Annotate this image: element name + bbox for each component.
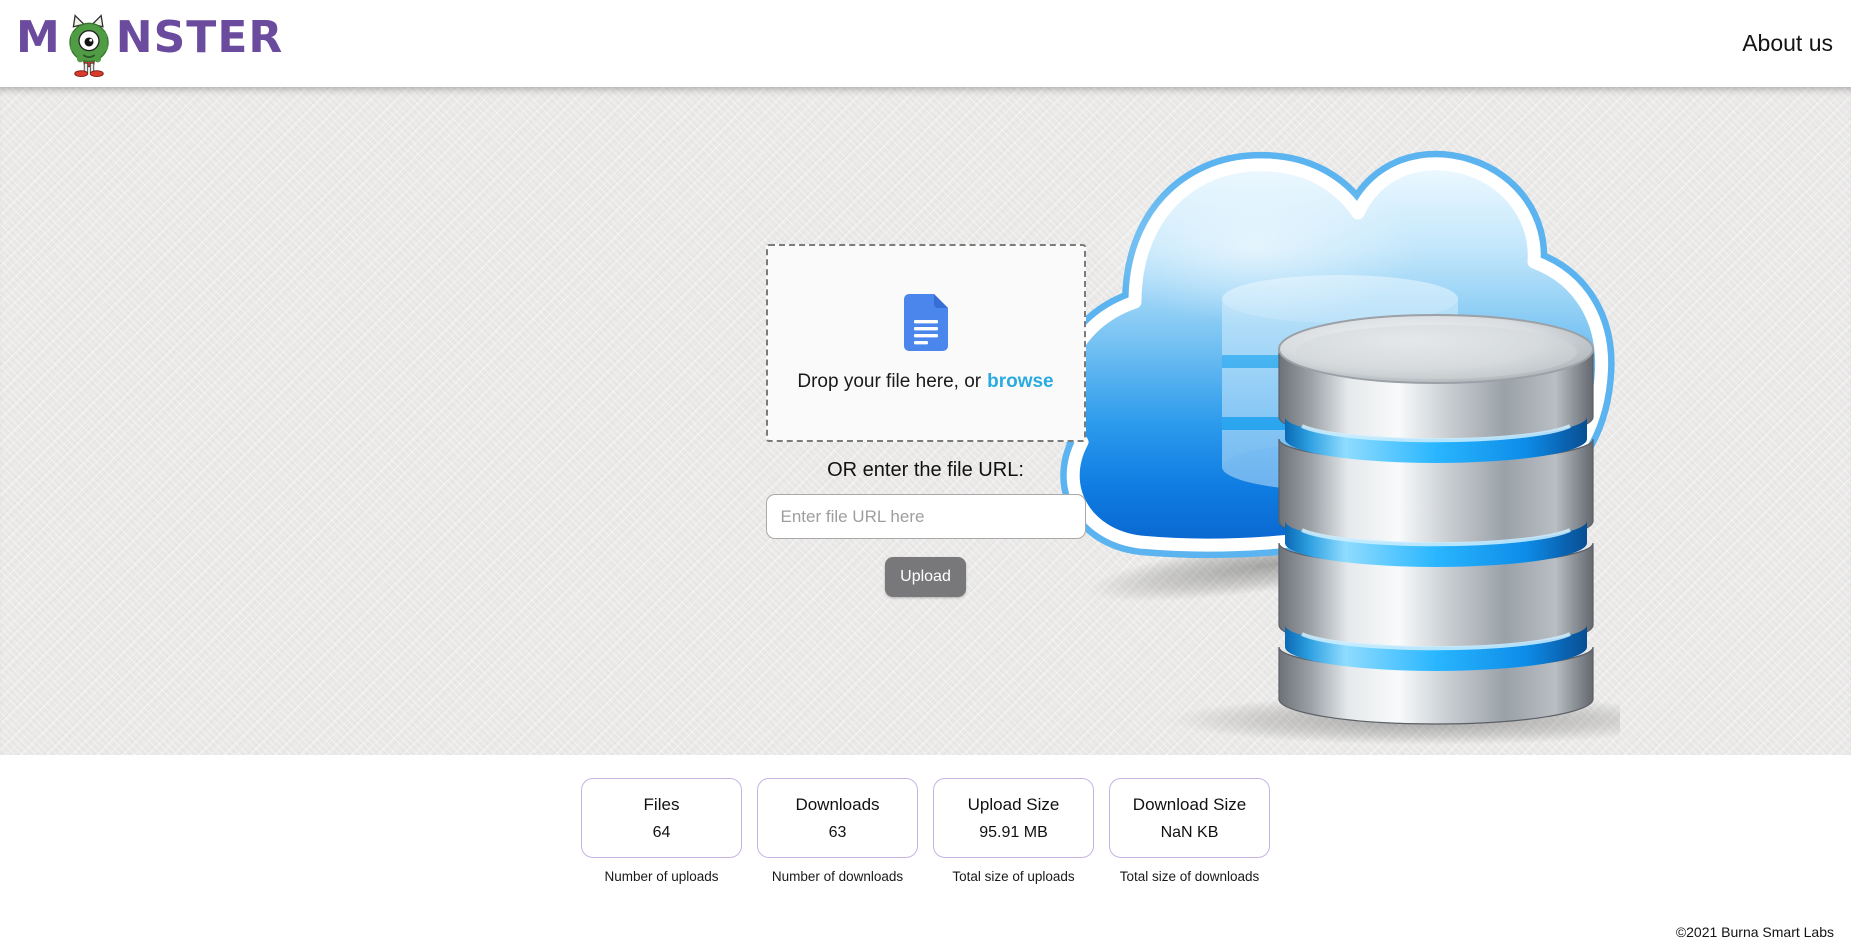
nav-about-us[interactable]: About us	[1742, 30, 1833, 57]
stats-cards-row: Files 64 Number of uploads Downloads 63 …	[0, 755, 1851, 884]
stat-caption: Number of uploads	[604, 869, 719, 884]
stat-files: Files 64 Number of uploads	[581, 778, 742, 884]
stat-title: Downloads	[795, 794, 880, 814]
stats-section: Files 64 Number of uploads Downloads 63 …	[0, 755, 1851, 949]
stat-downloads: Downloads 63 Number of downloads	[757, 778, 918, 884]
brand-letter-m: M	[16, 11, 61, 63]
stat-caption: Number of downloads	[771, 869, 904, 884]
stat-value: 95.91 MB	[979, 823, 1048, 841]
stat-title: Files	[643, 794, 680, 814]
stat-caption: Total size of downloads	[1119, 869, 1260, 884]
stat-card: Files 64	[581, 778, 742, 858]
page: M NSTER About us Drop your file here, or…	[0, 0, 1851, 949]
url-prompt-label: OR enter the file URL:	[827, 459, 1024, 481]
main-area: Drop your file here, or browse OR enter t…	[0, 87, 1851, 755]
file-url-input[interactable]	[765, 494, 1086, 539]
monster-logo[interactable]: M NSTER	[0, 7, 283, 81]
stat-upload-size: Upload Size 95.91 MB Total size of uploa…	[933, 778, 1094, 884]
dropzone-text: Drop your file here, or browse	[797, 371, 1053, 393]
stat-value: NaN KB	[1160, 823, 1219, 841]
database-icon	[1278, 314, 1594, 725]
cloud-database-illustration	[1051, 150, 1620, 745]
file-dropzone[interactable]: Drop your file here, or browse	[765, 244, 1086, 442]
header: M NSTER About us	[0, 0, 1851, 87]
upload-panel: Drop your file here, or browse OR enter t…	[765, 244, 1086, 597]
upload-button[interactable]: Upload	[885, 557, 966, 597]
stat-title: Upload Size	[967, 794, 1060, 814]
stat-caption: Total size of uploads	[952, 869, 1075, 884]
stat-value: 63	[828, 823, 847, 841]
monster-icon	[69, 13, 109, 77]
stat-download-size: Download Size NaN KB Total size of downl…	[1109, 778, 1270, 884]
stat-card: Upload Size 95.91 MB	[933, 778, 1094, 858]
stat-title: Download Size	[1132, 794, 1247, 814]
stat-card: Download Size NaN KB	[1109, 778, 1270, 858]
stat-card: Downloads 63	[757, 778, 918, 858]
drop-text-label: Drop your file here, or	[797, 370, 982, 392]
browse-link[interactable]: browse	[987, 371, 1054, 392]
document-icon	[903, 293, 948, 351]
copyright-text: ©2021 Burna Smart Labs	[1675, 924, 1834, 940]
stat-value: 64	[652, 823, 671, 841]
brand-letters-nster: NSTER	[115, 11, 284, 63]
